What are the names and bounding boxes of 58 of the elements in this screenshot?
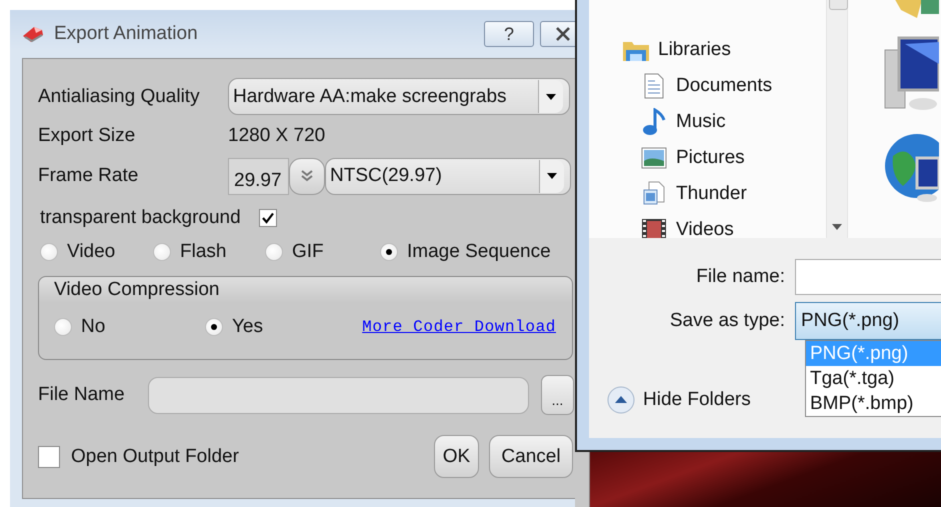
help-button[interactable]: ? bbox=[484, 21, 534, 47]
file-type-option[interactable]: BMP(*.bmp) bbox=[806, 391, 941, 416]
close-button[interactable] bbox=[540, 21, 575, 47]
radio-button[interactable] bbox=[205, 318, 223, 336]
antialiasing-dropdown[interactable]: Hardware AA:make screengrabs bbox=[228, 78, 570, 115]
radio-label: Yes bbox=[232, 316, 263, 338]
file-type-option[interactable]: Tga(*.tga) bbox=[806, 366, 941, 391]
navigation-item[interactable]: Documents bbox=[589, 68, 826, 104]
scrollbar[interactable] bbox=[826, 0, 848, 238]
field-label: Export Size bbox=[38, 125, 136, 147]
field-label: Antialiasing Quality bbox=[38, 86, 201, 108]
scroll-down-icon bbox=[832, 224, 842, 230]
dialog-button[interactable]: Cancel bbox=[489, 435, 573, 478]
dialog-button[interactable]: OK bbox=[434, 435, 479, 478]
browse-button[interactable]: ... bbox=[541, 375, 574, 415]
checkbox[interactable] bbox=[258, 209, 277, 227]
radio-button[interactable] bbox=[153, 243, 171, 261]
radio-button[interactable] bbox=[54, 318, 72, 336]
frame-rate-dropdown[interactable]: NTSC(29.97) bbox=[325, 158, 571, 194]
radio-label: Video bbox=[67, 241, 116, 263]
radio-button[interactable] bbox=[40, 243, 58, 261]
radio-button[interactable] bbox=[265, 243, 283, 261]
dropdown-arrow-icon bbox=[546, 94, 556, 100]
chevron-up-icon bbox=[607, 386, 635, 414]
field-label: File name: bbox=[695, 266, 786, 288]
group-title: Video Compression bbox=[54, 279, 220, 302]
frame-rate-field[interactable]: 29.97 bbox=[228, 158, 289, 194]
field-label: File Name bbox=[38, 384, 126, 406]
field-label: Save as type: bbox=[668, 310, 786, 332]
picture-icon bbox=[640, 147, 668, 169]
navigation-item[interactable]: Thunder bbox=[589, 176, 826, 212]
computer-icon bbox=[883, 34, 939, 112]
checkbox-label: Open Output Folder bbox=[71, 446, 239, 468]
radio-label: No bbox=[81, 316, 106, 338]
radio-label: GIF bbox=[292, 241, 324, 263]
navigation-item[interactable]: Music bbox=[589, 104, 826, 140]
hide-folders-button[interactable]: Hide Folders bbox=[607, 386, 751, 414]
navigation-item[interactable]: Libraries bbox=[589, 32, 826, 68]
file-type-dropdown[interactable]: PNG(*.png) bbox=[795, 302, 941, 340]
double-chevron-icon bbox=[300, 169, 314, 183]
radio-label: Image Sequence bbox=[407, 241, 551, 263]
file-name-field[interactable] bbox=[148, 376, 529, 414]
close-icon bbox=[554, 27, 570, 41]
field-label: Frame Rate bbox=[38, 165, 140, 187]
file-name-field[interactable] bbox=[795, 259, 941, 295]
scrollbar-thumb[interactable] bbox=[829, 0, 848, 10]
export-size-value: 1280 X 720 bbox=[228, 125, 326, 147]
radio-button[interactable] bbox=[380, 243, 398, 261]
checkbox-label: transparent background bbox=[40, 207, 241, 229]
app-logo-icon bbox=[22, 25, 44, 43]
window-title: Export Animation bbox=[54, 23, 198, 45]
checkbox[interactable] bbox=[38, 446, 60, 468]
download-link[interactable]: More Coder Download bbox=[362, 318, 556, 336]
spin-button[interactable] bbox=[289, 158, 325, 194]
radio-label: Flash bbox=[180, 241, 226, 263]
dropdown-arrow-icon bbox=[547, 173, 557, 179]
navigation-item[interactable]: Pictures bbox=[589, 140, 826, 176]
music-note-icon bbox=[640, 108, 668, 136]
